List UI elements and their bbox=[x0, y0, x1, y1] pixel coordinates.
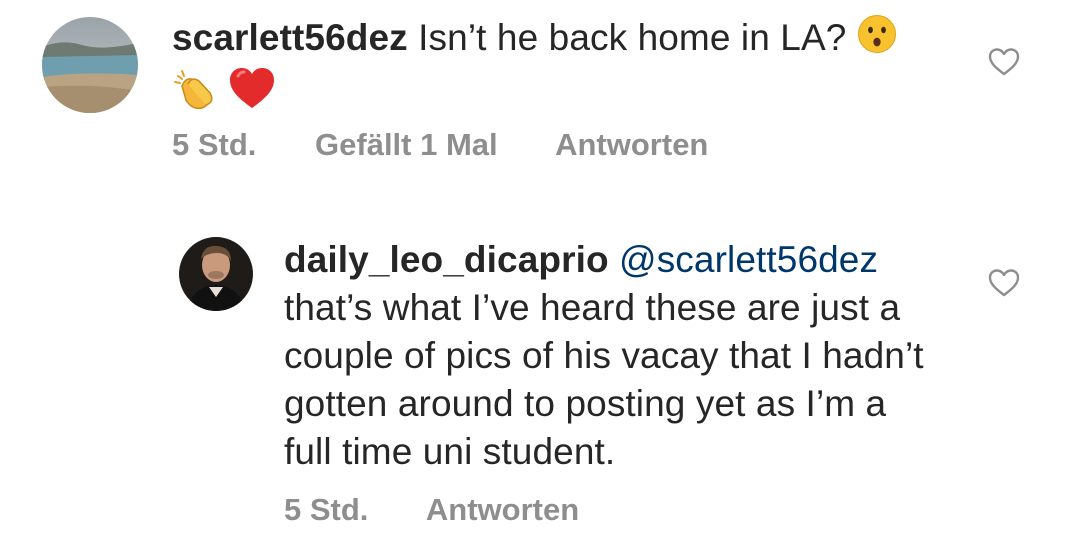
mention-link[interactable]: @scarlett56dez bbox=[619, 239, 878, 280]
comment-meta: 5 Std. Gefällt 1 Mal Antworten bbox=[172, 127, 758, 163]
comment-time: 5 Std. bbox=[172, 127, 257, 162]
likes-count-button[interactable]: Gefällt 1 Mal bbox=[315, 127, 498, 162]
comment-meta: 5 Std. Antworten bbox=[284, 492, 629, 528]
reply-button[interactable]: Antworten bbox=[555, 127, 708, 162]
comment-text: scarlett56dez Isn’t he back home in LA? bbox=[172, 14, 942, 114]
comment-time: 5 Std. bbox=[284, 492, 369, 527]
avatar[interactable] bbox=[179, 237, 253, 311]
reply-button[interactable]: Antworten bbox=[426, 492, 579, 527]
comment-body: Isn’t he back home in LA? bbox=[418, 17, 847, 58]
like-heart-icon[interactable] bbox=[987, 45, 1021, 79]
comment-text: daily_leo_dicaprio @scarlett56dez that’s… bbox=[284, 236, 944, 476]
hushed-face-emoji-icon bbox=[857, 14, 897, 66]
comment-username[interactable]: scarlett56dez bbox=[172, 17, 408, 58]
red-heart-emoji-icon bbox=[230, 68, 275, 109]
comment-body: that’s what I’ve heard these are just a … bbox=[284, 287, 924, 472]
avatar[interactable] bbox=[42, 17, 138, 113]
emoji-row bbox=[172, 66, 942, 114]
comment-username[interactable]: daily_leo_dicaprio bbox=[284, 239, 609, 280]
like-heart-icon[interactable] bbox=[987, 266, 1021, 300]
clapping-hands-emoji-icon bbox=[174, 70, 213, 110]
